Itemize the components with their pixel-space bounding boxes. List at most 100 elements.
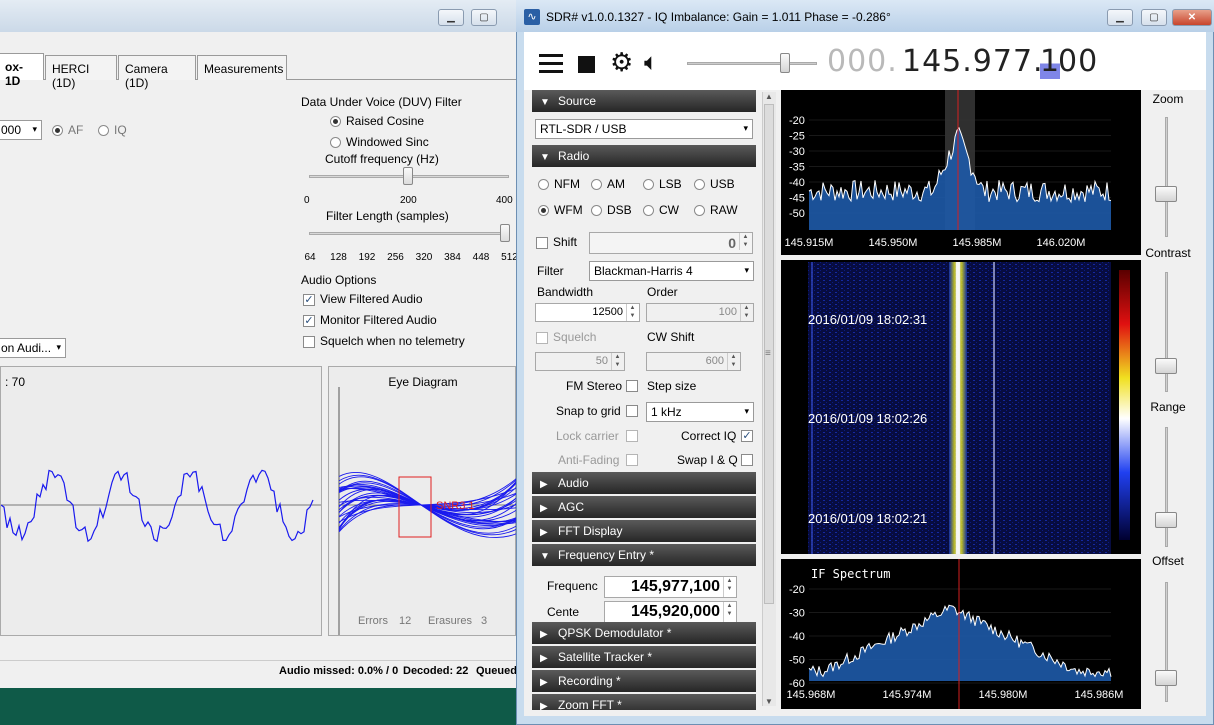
scroll-up-icon[interactable]: ▲ <box>765 92 773 101</box>
speaker-icon[interactable]: 🔈︎ <box>644 50 658 76</box>
fm-stereo-label: FM Stereo <box>566 379 623 393</box>
monitor-filtered-check[interactable]: ✓ Monitor Filtered Audio <box>303 313 437 327</box>
spectrum-db-label: -45 <box>789 193 805 205</box>
tab-herci[interactable]: HERCI (1D) <box>45 55 117 90</box>
zoom-label: Zoom <box>1152 92 1184 106</box>
minimize-button[interactable]: ▁ <box>438 9 464 26</box>
step-size-label: Step size <box>647 379 697 393</box>
scroll-down-icon[interactable]: ▼ <box>765 697 773 706</box>
squelch-telemetry-check[interactable]: Squelch when no telemetry <box>303 334 465 348</box>
squelch-input[interactable]: 50 ▲ ▼ <box>535 352 625 371</box>
audio-missed-status: Audio missed: 0.0% / 0 <box>279 665 399 677</box>
volume-slider-track <box>687 62 817 65</box>
sdr-title-text: SDR# v1.0.0.1327 - IQ Imbalance: Gain = … <box>546 10 891 24</box>
center-entry-input[interactable]: 145,920,000 ▲ ▼ <box>604 601 737 623</box>
stop-icon[interactable] <box>578 56 595 73</box>
range-slider[interactable] <box>1155 512 1177 528</box>
frequency-entry-input[interactable]: 145,977,100 ▲ ▼ <box>604 576 737 598</box>
frequency-entry-section-header[interactable]: ▼ Frequency Entry * <box>532 544 756 566</box>
waterfall-timestamp: 2016/01/09 18:02:26 <box>808 411 927 426</box>
status-bar: Audio missed: 0.0% / 0 Decoded: 22 Queue… <box>0 660 517 682</box>
source-select[interactable]: 000 ▾ <box>0 120 42 140</box>
spectrum-freq-label: 146.020M <box>1037 237 1086 249</box>
anti-fading-check[interactable] <box>626 454 638 466</box>
mode-wfm-radio[interactable]: WFM <box>538 203 583 217</box>
qpsk-section-header[interactable]: ▶ QPSK Demodulator * <box>532 622 756 644</box>
iq-radio[interactable]: IQ <box>98 123 127 137</box>
lock-carrier-check[interactable] <box>626 430 638 442</box>
view-filtered-check[interactable]: ✓ View Filtered Audio <box>303 292 423 306</box>
waterfall-timestamp: 2016/01/09 18:02:31 <box>808 312 927 327</box>
cw-shift-input[interactable]: 600 ▲ ▼ <box>646 352 741 371</box>
mode-am-radio[interactable]: AM <box>591 177 625 191</box>
spectrum-db-label: -25 <box>789 131 805 143</box>
waterfall-display[interactable]: 2016/01/09 18:02:31 2016/01/09 18:02:26 20… <box>781 260 1141 554</box>
raised-cosine-radio[interactable]: Raised Cosine <box>330 114 424 128</box>
if-db-label: -40 <box>789 631 805 643</box>
background-titlebar: ▁ ▢ <box>0 0 516 32</box>
radio-section-header[interactable]: ▼ Radio <box>532 145 756 167</box>
fft-display-section-header[interactable]: ▶ FFT Display <box>532 520 756 542</box>
fm-stereo-check[interactable] <box>626 380 638 392</box>
frequency-entry-label: Frequenc <box>547 579 598 593</box>
offset-slider[interactable] <box>1155 670 1177 686</box>
length-tick-label: 192 <box>358 252 376 263</box>
snap-grid-check[interactable] <box>626 405 638 417</box>
sdr-maximize-button[interactable]: ▢ <box>1141 9 1167 26</box>
mode-lsb-radio[interactable]: LSB <box>643 177 682 191</box>
zoom-fft-section-header[interactable]: ▶ Zoom FFT * <box>532 694 756 710</box>
correct-iq-check[interactable]: ✓ <box>741 430 753 442</box>
shift-check[interactable]: Shift <box>536 235 577 249</box>
spectrum-display[interactable]: -20 -25 -30 -35 -40 -45 -50 145.915M 145.950M 145… <box>781 90 1141 255</box>
length-slider-track <box>309 232 509 235</box>
mode-nfm-radio[interactable]: NFM <box>538 177 580 191</box>
source-device-select[interactable]: RTL-SDR / USB ▾ <box>535 119 753 139</box>
step-size-select[interactable]: 1 kHz ▾ <box>646 402 754 422</box>
audio-section-header[interactable]: ▶ Audio <box>532 472 756 494</box>
zoom-slider[interactable] <box>1155 186 1177 202</box>
swap-iq-check[interactable] <box>741 454 753 466</box>
erasures-label: Erasures <box>428 615 473 627</box>
filter-select[interactable]: Blackman-Harris 4 ▾ <box>589 261 754 281</box>
agc-section-header[interactable]: ▶ AGC <box>532 496 756 518</box>
squelch-check[interactable]: Squelch <box>536 330 596 344</box>
if-spectrum-display[interactable]: IF Spectrum -20 -30 -40 -50 -60 145.968M 145.9… <box>781 559 1141 709</box>
spectrum-db-label: -40 <box>789 177 805 189</box>
source-section-header[interactable]: ▼ Source <box>532 90 756 112</box>
length-tick-label: 128 <box>330 252 347 263</box>
mode-usb-radio[interactable]: USB <box>694 177 735 191</box>
mode-dsb-radio[interactable]: DSB <box>591 203 632 217</box>
sdr-minimize-button[interactable]: ▁ <box>1107 9 1133 26</box>
order-input[interactable]: 100 ▲ ▼ <box>646 303 754 322</box>
windowed-sinc-radio[interactable]: Windowed Sinc <box>330 135 429 149</box>
length-slider[interactable] <box>500 224 510 242</box>
shift-input[interactable]: 0 ▲ ▼ <box>589 232 753 254</box>
contrast-slider[interactable] <box>1155 358 1177 374</box>
waveform-plot: : 70 <box>0 366 322 636</box>
frequency-dim-digits[interactable]: 000. <box>827 44 898 79</box>
af-radio[interactable]: AF <box>52 123 83 137</box>
audio-select[interactable]: on Audi... ▾ <box>0 338 66 358</box>
gear-icon[interactable]: ⚙ <box>610 49 633 75</box>
bandwidth-input[interactable]: 12500 ▲ ▼ <box>535 303 640 322</box>
mode-raw-radio[interactable]: RAW <box>694 203 738 217</box>
if-spectrum-svg: IF Spectrum -20-30-40-50-60145.968M 145.9… <box>787 559 1123 709</box>
waterfall-svg: 2016/01/09 18:02:31 2016/01/09 18:02:26 20… <box>808 262 1130 554</box>
satellite-tracker-section-header[interactable]: ▶ Satellite Tracker * <box>532 646 756 668</box>
volume-slider[interactable] <box>780 53 790 73</box>
queued-status: Queued <box>476 665 517 677</box>
mode-cw-radio[interactable]: CW <box>643 203 679 217</box>
spectrum-freq-label: 145.985M <box>953 237 1002 249</box>
frequency-main-digits[interactable]: 145.977. <box>902 44 1044 79</box>
maximize-button[interactable]: ▢ <box>471 9 497 26</box>
sdr-close-button[interactable]: ✕ <box>1172 9 1212 26</box>
if-db-label: -50 <box>789 655 805 667</box>
recording-section-header[interactable]: ▶ Recording * <box>532 670 756 692</box>
tab-ox-1d[interactable]: ox-1D <box>0 53 44 88</box>
menu-icon[interactable] <box>539 54 563 74</box>
tab-camera[interactable]: Camera (1D) <box>118 55 196 90</box>
frequency-tail-digits[interactable]: 00 <box>1058 44 1098 79</box>
splitter-grip-icon[interactable]: ≡ <box>765 348 771 359</box>
tab-measurements[interactable]: Measurements <box>197 55 287 80</box>
cutoff-slider[interactable] <box>403 167 413 185</box>
